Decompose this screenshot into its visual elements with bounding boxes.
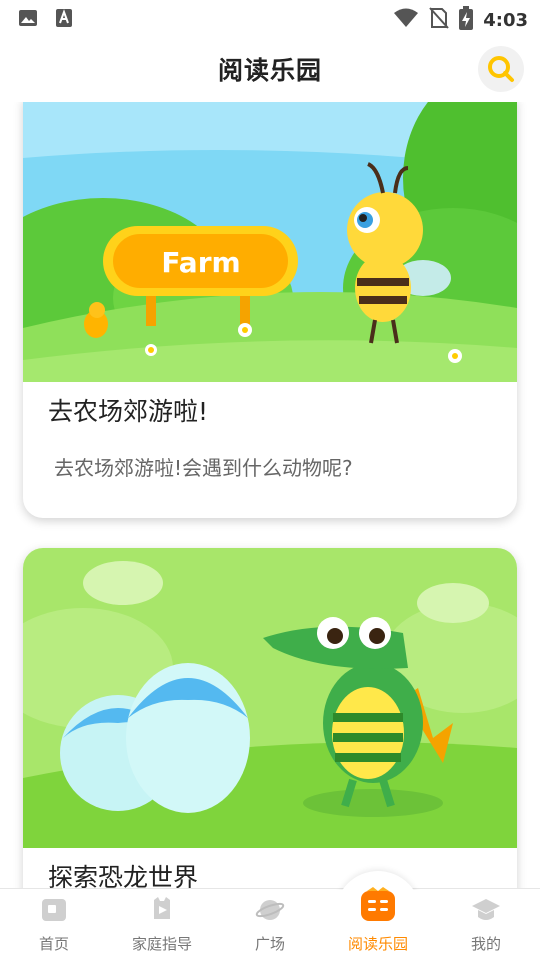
story-title: 探索恐龙世界 bbox=[48, 863, 199, 888]
family-guide-icon bbox=[154, 897, 170, 919]
page-title: 阅读乐园 bbox=[217, 56, 322, 85]
status-time: 4:03 bbox=[483, 9, 528, 31]
nav-item-square[interactable]: 广场 bbox=[216, 889, 324, 960]
story-card[interactable]: Farm 去农场郊游啦! 去农场郊游啦!会遇到什么动物呢? bbox=[23, 102, 517, 518]
story-title: 去农场郊游啦! bbox=[48, 397, 209, 426]
search-icon bbox=[488, 56, 514, 82]
story-feed[interactable]: Farm 去农场郊游啦! 去农场郊游啦!会遇到什么动物呢? 探索恐龙世界 bbox=[0, 102, 540, 888]
nav-item-reading-park[interactable]: 阅读乐园 bbox=[324, 887, 432, 960]
story-card[interactable]: 探索恐龙世界 bbox=[23, 548, 517, 888]
graduation-cap-icon bbox=[472, 899, 500, 920]
nav-item-family-guide[interactable]: 家庭指导 bbox=[108, 889, 216, 960]
story-description: 去农场郊游啦!会遇到什么动物呢? bbox=[54, 456, 353, 480]
no-sim-icon bbox=[429, 7, 449, 33]
nav-label: 首页 bbox=[38, 935, 69, 953]
dinosaur-illustration bbox=[23, 548, 517, 848]
nav-label: 广场 bbox=[254, 935, 285, 953]
home-icon bbox=[42, 899, 66, 921]
nav-label: 家庭指导 bbox=[131, 935, 192, 953]
bottom-nav: 首页 家庭指导 广场 阅读乐园 我的 bbox=[0, 871, 540, 960]
battery-charging-icon bbox=[459, 6, 474, 34]
app-header: 阅读乐园 bbox=[0, 36, 540, 102]
wifi-icon bbox=[393, 7, 419, 33]
nav-item-mine[interactable]: 我的 bbox=[432, 889, 540, 960]
farm-sign-text: Farm bbox=[161, 246, 240, 279]
status-bar: 4:03 bbox=[0, 0, 540, 36]
gallery-icon bbox=[18, 8, 38, 28]
book-icon bbox=[361, 887, 395, 921]
nav-label: 阅读乐园 bbox=[347, 935, 408, 953]
farm-illustration: Farm bbox=[23, 102, 517, 382]
search-button[interactable] bbox=[478, 46, 524, 92]
nav-item-home[interactable]: 首页 bbox=[0, 889, 108, 960]
text-a-icon bbox=[54, 8, 74, 28]
nav-label: 我的 bbox=[470, 935, 501, 953]
planet-icon bbox=[255, 900, 285, 920]
